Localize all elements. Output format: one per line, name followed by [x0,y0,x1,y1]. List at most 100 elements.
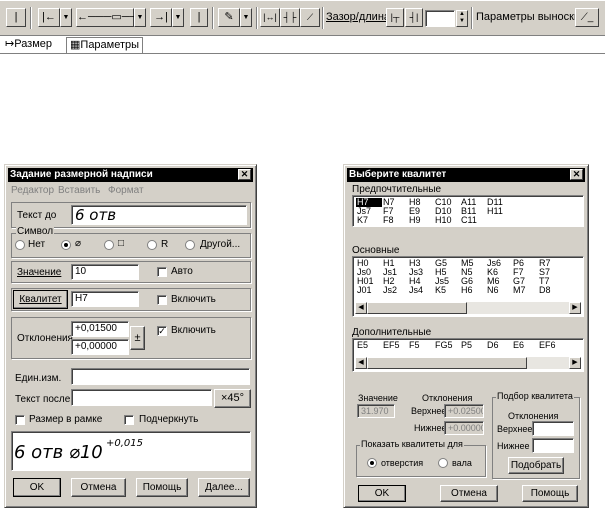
chevron-down-icon[interactable]: ▼ [60,8,72,27]
qualitet-cell[interactable]: D6 [486,341,512,350]
menu-editor[interactable]: Редактор [11,185,54,196]
text-position-icon[interactable]: |↔| [260,8,280,27]
qualitet-include-checkbox[interactable] [157,295,167,305]
qualitet-cell[interactable]: H10 [434,216,460,225]
preview-tolerance: +0,015 [106,438,144,449]
units-input[interactable] [71,368,250,385]
scroll-right-icon[interactable]: ▶ [569,302,581,314]
pick-lower-input[interactable] [532,438,574,453]
qualitet-cell[interactable]: M7 [512,286,538,295]
lower-deviation-input[interactable]: +0,00000 [71,339,129,355]
qualitet-include-label: Включить [171,294,216,305]
scroll-thumb[interactable] [367,357,527,369]
underline-label: Подчеркнуть [139,414,199,425]
additional-list[interactable]: E5 EF5 F5 FG5 P5 D6 E6 EF6 ◀ ▶ [352,338,584,372]
qualitet-cell[interactable]: E6 [512,341,538,350]
qualitet-cell[interactable]: K5 [434,286,460,295]
help-button[interactable]: Помощь [522,485,578,502]
length-icon[interactable]: ┤| [405,8,423,27]
plus-minus-button[interactable]: ± [130,326,145,350]
leader-shelf-icon[interactable]: ⟋_ [575,8,599,27]
ok-button[interactable]: OK [358,485,406,502]
upper-readout: +0.02500 [444,404,484,418]
scroll-left-icon[interactable]: ◀ [355,357,367,369]
qualitet-cell[interactable]: EF6 [538,341,564,350]
basic-grid: H0 H1 H3 G5 M5 Js6 P6 R7 Js0 Js1 Js3 H5 N5 K6 F7 S7 H01 H… [356,259,564,295]
upper-deviation-input[interactable]: +0,01500 [71,321,129,337]
text-inside-icon[interactable]: ┤├ [280,8,300,27]
qualitet-cell[interactable]: D8 [538,286,564,295]
text-leader-icon[interactable]: ⟋ [300,8,320,27]
choose-qualitet-dialog: Выберите квалитет ✕ Предпочтительные H7 N… [343,164,589,508]
basic-scrollbar[interactable]: ◀ ▶ [355,302,581,314]
qualitet-cell [538,207,564,216]
tab-size[interactable]: ↦Размер [2,37,55,53]
chevron-down-icon[interactable]: ▼ [172,8,184,27]
close-icon[interactable]: ✕ [238,169,251,180]
qualitet-button[interactable]: Квалитет [13,290,68,309]
ok-button[interactable]: OK [13,478,61,497]
gap-length-stepper[interactable]: ▲ ▼ [456,10,468,27]
pick-lower-label: Нижнее [497,441,530,451]
qualitet-cell[interactable]: N6 [486,286,512,295]
line-style-button[interactable]: | [6,8,26,27]
symbol-diameter-radio[interactable] [61,240,71,250]
text-before-input[interactable]: 6 отв [71,205,247,225]
x45-button[interactable]: ×45° [214,389,251,408]
in-frame-checkbox[interactable] [15,415,25,425]
qualitet-cell[interactable]: P5 [460,341,486,350]
scroll-thumb[interactable] [367,302,467,314]
qualitet-cell[interactable]: H9 [408,216,434,225]
menu-format[interactable]: Формат [108,185,144,196]
shaft-radio[interactable] [438,458,448,468]
qualitet-cell[interactable]: Js2 [382,286,408,295]
gap-icon[interactable]: |┬ [386,8,404,27]
qualitet-cell[interactable]: H11 [486,207,512,216]
auto-checkbox[interactable] [157,267,167,277]
basic-list[interactable]: H0 H1 H3 G5 M5 Js6 P6 R7 Js0 Js1 Js3 H5 N5 K6 F7 S7 H01 H… [352,256,584,317]
underline-checkbox[interactable] [124,415,134,425]
scroll-left-icon[interactable]: ◀ [355,302,367,314]
pick-upper-input[interactable] [532,421,574,436]
chevron-down-icon[interactable]: ▼ [240,8,252,27]
qualitet-cell[interactable]: FG5 [434,341,460,350]
qualitet-cell[interactable]: J01 [356,286,382,295]
arrow-left-button[interactable]: |← [38,8,60,27]
dimension-line-button[interactable]: ←───▭─── [76,8,145,27]
arrow-right-button[interactable]: →| [150,8,172,27]
more-button[interactable]: Далее... [198,478,250,497]
text-after-input[interactable] [71,389,212,406]
menu-insert[interactable]: Вставить [58,185,100,196]
tab-parameters[interactable]: ▦Параметры [66,37,144,53]
symbol-other-radio[interactable] [185,240,195,250]
cancel-button[interactable]: Отмена [71,478,126,497]
qualitet-input[interactable]: H7 [71,291,139,307]
qualitet-cell[interactable]: K7 [356,216,382,225]
qualitet-cell[interactable]: E5 [356,341,382,350]
cancel-button[interactable]: Отмена [440,485,498,502]
qualitet-cell[interactable]: F8 [382,216,408,225]
extension-line-button[interactable]: | [190,8,208,27]
chevron-down-icon[interactable]: ▼ [134,8,146,27]
qualitet-cell[interactable]: C11 [460,216,486,225]
preferred-list[interactable]: H7 N7 H8 C10 A11 D11 Js7 F7 E9 D10 B11 H11 K7 F8 H9 H10… [352,195,584,227]
deviations-include-checkbox[interactable]: ✓ [157,326,167,336]
help-button[interactable]: Помощь [136,478,188,497]
symbol-square-radio[interactable] [104,240,114,250]
hole-radio[interactable] [367,458,377,468]
qualitet-cell[interactable]: H6 [460,286,486,295]
qualitet-cell[interactable]: EF5 [382,341,408,350]
close-icon[interactable]: ✕ [570,169,583,180]
gap-length-input[interactable] [425,10,455,27]
pencil-icon[interactable]: ✎ [218,8,240,27]
pick-button[interactable]: Подобрать [508,457,564,474]
symbol-group-label: Символ [16,226,55,237]
qualitet-cell[interactable]: Js4 [408,286,434,295]
symbol-none-radio[interactable] [15,240,25,250]
qualitet-cell[interactable]: F5 [408,341,434,350]
pick-deviations-label: Отклонения [508,411,559,421]
additional-scrollbar[interactable]: ◀ ▶ [355,357,581,369]
scroll-right-icon[interactable]: ▶ [569,357,581,369]
value-input[interactable]: 10 [71,264,139,280]
symbol-radius-radio[interactable] [147,240,157,250]
